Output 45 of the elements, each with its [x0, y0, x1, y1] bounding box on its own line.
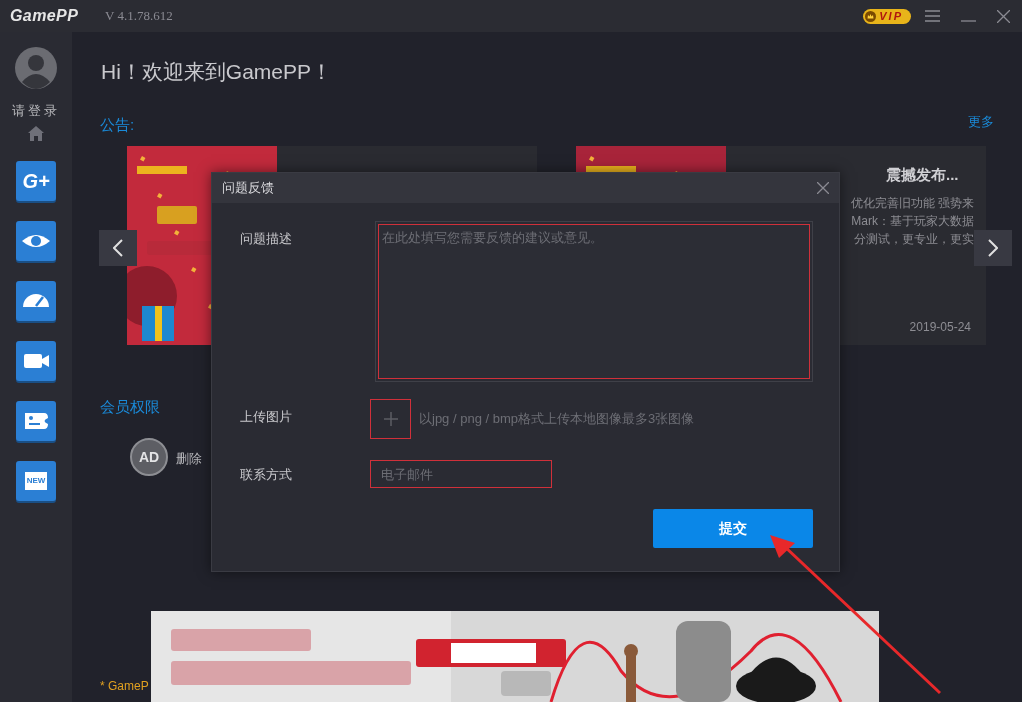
home-icon[interactable]	[28, 125, 44, 141]
dialog-title: 问题反馈	[222, 179, 274, 198]
member-label: 会员权限	[100, 397, 160, 417]
gauge-icon	[23, 294, 49, 307]
perk-label: 删除	[176, 450, 202, 468]
boost-button[interactable]: G+	[16, 160, 56, 201]
email-field[interactable]: 电子邮件	[370, 460, 552, 488]
app-logo: GamePP	[10, 6, 80, 26]
gauge-button[interactable]	[16, 280, 56, 321]
next-button[interactable]	[974, 230, 1012, 266]
camera-button[interactable]	[16, 340, 56, 381]
card-text: 分测试，更专业，更实	[854, 231, 974, 248]
field-label: 问题描述	[240, 230, 292, 248]
version-label: V 4.1.78.612	[105, 7, 173, 26]
vip-badge[interactable]: VIP	[863, 8, 911, 24]
footnote-text: * GameP	[100, 678, 149, 695]
eye-button[interactable]	[16, 220, 56, 261]
news-button[interactable]: NEW	[16, 460, 56, 501]
ad-icon: AD	[130, 438, 168, 476]
avatar-icon[interactable]	[15, 47, 57, 89]
card-text: Mark：基于玩家大数据	[851, 213, 974, 230]
close-icon[interactable]	[997, 9, 1010, 23]
ticket-icon	[24, 412, 48, 429]
card-title: 震撼发布...	[886, 165, 959, 185]
submit-button[interactable]: 提交	[653, 509, 813, 548]
chevron-left-icon	[113, 239, 123, 257]
close-icon[interactable]	[817, 182, 829, 194]
game-button[interactable]	[16, 400, 56, 441]
field-label: 上传图片	[240, 408, 292, 426]
camera-icon	[23, 353, 49, 368]
menu-icon[interactable]	[925, 10, 940, 22]
eye-icon	[22, 232, 50, 249]
more-link[interactable]: 更多	[968, 112, 994, 132]
notice-label: 公告:	[100, 115, 135, 135]
login-link[interactable]: 请登录	[12, 101, 60, 121]
chevron-right-icon	[988, 239, 998, 257]
card-date: 2019-05-24	[909, 319, 971, 336]
upload-hint: 以jpg / png / bmp格式上传本地图像最多3张图像	[419, 410, 695, 428]
crown-icon	[865, 10, 877, 22]
upload-button[interactable]	[370, 399, 411, 439]
field-label: 联系方式	[240, 466, 292, 484]
previous-button[interactable]	[99, 230, 137, 266]
plus-icon	[383, 412, 398, 426]
greeting-heading: Hi！欢迎来到GamePP！	[101, 59, 333, 85]
card-text: 优化完善旧功能 强势来	[850, 195, 974, 212]
